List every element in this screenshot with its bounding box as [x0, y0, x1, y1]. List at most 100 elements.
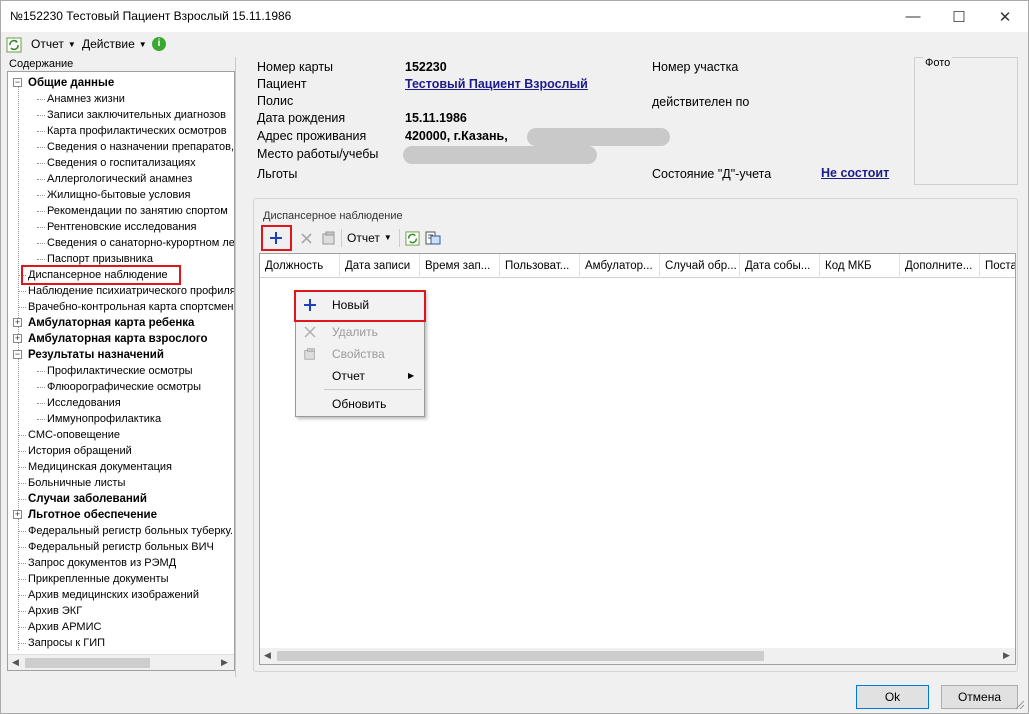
- d-status-link[interactable]: Не состоит: [821, 166, 889, 180]
- panel-splitter[interactable]: [235, 57, 236, 677]
- toolbar-refresh-button[interactable]: [403, 228, 421, 248]
- tree-item[interactable]: Записи заключительных диагнозов: [47, 107, 226, 123]
- toolbar-export-button[interactable]: [423, 228, 443, 248]
- birth-date-value: 15.11.1986: [405, 111, 467, 125]
- tree-item[interactable]: Флюорографические осмотры: [47, 379, 201, 395]
- highlight-add-button: [261, 225, 292, 251]
- context-refresh-item[interactable]: Обновить: [296, 393, 424, 415]
- refresh-icon[interactable]: [6, 37, 22, 53]
- dispensary-caption: Диспансерное наблюдение: [263, 210, 403, 222]
- tree-item[interactable]: Анамнез жизни: [47, 91, 125, 107]
- scroll-right-icon[interactable]: ▶: [221, 657, 228, 668]
- minimize-button[interactable]: —: [890, 1, 936, 32]
- expand-icon[interactable]: +: [13, 334, 22, 343]
- grid-column-header[interactable]: Время зап...: [420, 254, 500, 278]
- tree-item[interactable]: Медицинская документация: [28, 459, 172, 475]
- close-button[interactable]: ✕: [982, 1, 1028, 32]
- collapse-icon[interactable]: −: [13, 78, 22, 87]
- expand-icon[interactable]: +: [13, 510, 22, 519]
- tree-item[interactable]: Запросы к ГИП: [28, 635, 105, 651]
- context-delete-label: Удалить: [332, 325, 378, 339]
- menu-report[interactable]: Отчет ▼: [31, 37, 76, 51]
- tree-item[interactable]: Наблюдение психиатрического профиля: [28, 283, 234, 299]
- resize-grip-icon[interactable]: [1015, 700, 1025, 710]
- maximize-button[interactable]: ☐: [936, 1, 982, 32]
- grid-column-header[interactable]: Дополните...: [900, 254, 980, 278]
- tree-connector: [18, 643, 26, 644]
- toolbar-report-button[interactable]: Отчет ▼: [345, 228, 395, 248]
- tree-connector: [37, 211, 45, 212]
- toolbar-separator: [399, 229, 400, 247]
- tree-item[interactable]: Сведения о госпитализациях: [47, 155, 196, 171]
- context-report-item[interactable]: Отчет ▶: [296, 365, 424, 387]
- scroll-left-icon[interactable]: ◀: [264, 650, 271, 661]
- scroll-left-icon[interactable]: ◀: [12, 657, 19, 668]
- tree-item[interactable]: Архив медицинских изображений: [28, 587, 199, 603]
- grid-header: Должность Дата записи Время зап... Пользова…: [260, 254, 1015, 278]
- grid-column-header[interactable]: Код МКБ: [820, 254, 900, 278]
- grid-column-header[interactable]: Пользоват...: [500, 254, 580, 278]
- card-number-label: Номер карты: [257, 60, 334, 74]
- tree-connector: [18, 307, 26, 308]
- cancel-button[interactable]: Отмена: [941, 685, 1018, 709]
- tree-guide-line: [18, 86, 19, 650]
- tree-item[interactable]: Больничные листы: [28, 475, 125, 491]
- tree-item[interactable]: Рекомендации по занятию спортом: [47, 203, 228, 219]
- info-icon[interactable]: i: [152, 37, 166, 51]
- grid-column-header[interactable]: Должность: [260, 254, 340, 278]
- tree-item[interactable]: Общие данные: [28, 75, 114, 91]
- tree-item[interactable]: Иммунопрофилактика: [47, 411, 161, 427]
- tree-item[interactable]: Профилактические осмотры: [47, 363, 193, 379]
- tree-item[interactable]: Случаи заболеваний: [28, 491, 147, 507]
- grid-column-header[interactable]: Поста: [980, 254, 1015, 278]
- tree-item[interactable]: История обращений: [28, 443, 132, 459]
- properties-button[interactable]: [319, 228, 339, 248]
- tree-item[interactable]: Федеральный регистр больных туберку.: [28, 523, 233, 539]
- tree-item[interactable]: Карта профилактических осмотров: [47, 123, 227, 139]
- collapse-icon[interactable]: −: [13, 350, 22, 359]
- tree-item[interactable]: Врачебно-контрольная карта спортсмен: [28, 299, 233, 315]
- ok-button[interactable]: Ok: [856, 685, 929, 709]
- grid-column-header[interactable]: Дата записи: [340, 254, 420, 278]
- tree-connector: [18, 563, 26, 564]
- tree-item[interactable]: Результаты назначений: [28, 347, 164, 363]
- tree-item[interactable]: СМС-оповещение: [28, 427, 120, 443]
- tree-item[interactable]: Федеральный регистр больных ВИЧ: [28, 539, 214, 555]
- contents-tree[interactable]: ◀ ▶ Общие данные − Анамнез жизни Записи зак…: [7, 71, 235, 671]
- grid-column-header[interactable]: Амбулатор...: [580, 254, 660, 278]
- tree-item[interactable]: Рентгеновские исследования: [47, 219, 197, 235]
- patient-card-window: №152230 Тестовый Пациент Взрослый 15.11.…: [0, 0, 1029, 714]
- tree-item[interactable]: Амбулаторная карта взрослого: [28, 331, 208, 347]
- context-delete-item[interactable]: Удалить: [296, 321, 424, 343]
- tree-item[interactable]: Сведения о санаторно-курортном лече: [47, 235, 234, 251]
- tree-item[interactable]: Архив ЭКГ: [28, 603, 82, 619]
- tree-connector: [37, 163, 45, 164]
- tree-item[interactable]: Льготное обеспечение: [28, 507, 157, 523]
- scrollbar-thumb[interactable]: [277, 651, 764, 661]
- grid-column-header[interactable]: Случай обр...: [660, 254, 740, 278]
- tree-item[interactable]: Исследования: [47, 395, 121, 411]
- tree-connector: [18, 547, 26, 548]
- tree-item[interactable]: Запрос документов из РЭМД: [28, 555, 176, 571]
- grid-horizontal-scrollbar[interactable]: ◀ ▶: [260, 648, 1015, 664]
- expand-icon[interactable]: +: [13, 318, 22, 327]
- scrollbar-thumb[interactable]: [25, 658, 150, 668]
- tree-item[interactable]: Сведения о назначении препаратов,: [47, 139, 234, 155]
- patient-name-link[interactable]: Тестовый Пациент Взрослый: [405, 77, 588, 91]
- context-properties-label: Свойства: [332, 347, 385, 361]
- delete-button[interactable]: [297, 228, 315, 248]
- tree-horizontal-scrollbar[interactable]: ◀ ▶: [8, 654, 234, 670]
- tree-item[interactable]: Архив АРМИС: [28, 619, 101, 635]
- grid-column-header[interactable]: Дата собы...: [740, 254, 820, 278]
- tree-item[interactable]: Аллергологический анамнез: [47, 171, 192, 187]
- tree-item[interactable]: Амбулаторная карта ребенка: [28, 315, 194, 331]
- menu-action[interactable]: Действие ▼: [82, 37, 147, 51]
- tree-item[interactable]: Жилищно-бытовые условия: [47, 187, 190, 203]
- tree-connector: [37, 419, 45, 420]
- scroll-right-icon[interactable]: ▶: [1003, 650, 1010, 661]
- tree-item[interactable]: Прикрепленные документы: [28, 571, 169, 587]
- tree-connector: [37, 403, 45, 404]
- context-properties-item[interactable]: Свойства: [296, 343, 424, 365]
- address-label: Адрес проживания: [257, 129, 367, 143]
- tree-connector: [18, 595, 26, 596]
